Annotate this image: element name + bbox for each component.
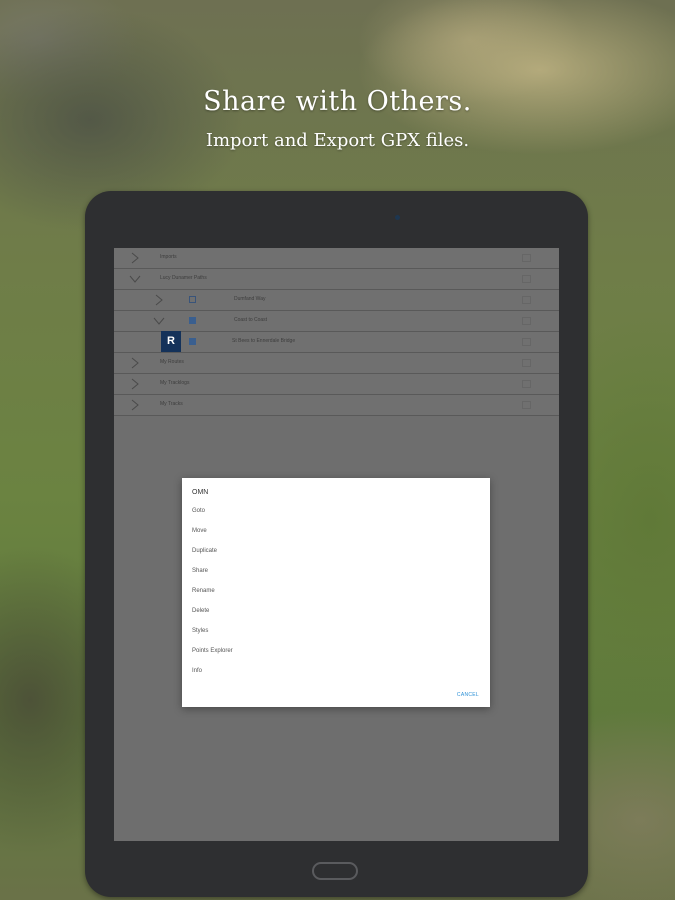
route-type-badge: R [161, 331, 181, 352]
dialog-title: OMN [192, 489, 209, 496]
row-menu-icon[interactable] [522, 317, 531, 325]
route-checkbox[interactable] [189, 296, 196, 303]
tree-row-lucy-dunamer-paths[interactable]: Lucy Dunamer Paths [114, 269, 559, 290]
home-button[interactable] [312, 862, 358, 880]
chevron-down-icon[interactable] [128, 272, 142, 286]
promo-subline: Import and Export GPX files. [205, 130, 470, 151]
tablet-frame: Imports Lucy Dunamer Paths Dumfand Way C… [85, 191, 588, 897]
tree-row-coast-to-coast[interactable]: Coast to Coast [114, 311, 559, 332]
route-checkbox[interactable] [189, 338, 196, 345]
menu-item-share[interactable]: Share [192, 568, 208, 574]
app-screen: Imports Lucy Dunamer Paths Dumfand Way C… [114, 248, 559, 841]
menu-item-points-explorer[interactable]: Points Explorer [192, 648, 233, 654]
row-menu-icon[interactable] [522, 296, 531, 304]
chevron-right-icon[interactable] [128, 377, 142, 391]
row-menu-icon[interactable] [522, 254, 531, 262]
tree-row-label: Imports [160, 254, 177, 260]
camera-icon [395, 215, 400, 220]
promo-headline: Share with Others. [203, 86, 472, 117]
tree-row-label: My Routes [160, 359, 184, 365]
menu-item-duplicate[interactable]: Duplicate [192, 548, 217, 554]
tree-row-my-tracklogs[interactable]: My Tracklogs [114, 374, 559, 395]
tree-row-my-tracks[interactable]: My Tracks [114, 395, 559, 416]
menu-item-rename[interactable]: Rename [192, 588, 215, 594]
tree-row-dumfand-way[interactable]: Dumfand Way [114, 290, 559, 311]
tree-row-my-routes[interactable]: My Routes [114, 353, 559, 374]
chevron-right-icon[interactable] [128, 251, 142, 265]
tree-row-label: My Tracks [160, 401, 183, 407]
row-menu-icon[interactable] [522, 275, 531, 283]
context-menu-dialog: OMN Goto Move Duplicate Share Rename Del… [182, 478, 490, 707]
tree-row-label: St Bees to Ennerdale Bridge [232, 338, 296, 344]
chevron-right-icon[interactable] [128, 356, 142, 370]
row-menu-icon[interactable] [522, 380, 531, 388]
menu-item-move[interactable]: Move [192, 528, 207, 534]
tree-row-label: Lucy Dunamer Paths [160, 275, 207, 281]
cancel-button[interactable]: CANCEL [457, 692, 479, 698]
row-menu-icon[interactable] [522, 359, 531, 367]
route-checkbox[interactable] [189, 317, 196, 324]
row-menu-icon[interactable] [522, 338, 531, 346]
menu-item-styles[interactable]: Styles [192, 628, 208, 634]
row-menu-icon[interactable] [522, 401, 531, 409]
chevron-right-icon[interactable] [128, 398, 142, 412]
tree-row-st-bees[interactable]: R St Bees to Ennerdale Bridge [114, 331, 559, 353]
tree-row-label: Dumfand Way [234, 296, 266, 302]
chevron-down-icon[interactable] [152, 314, 166, 328]
menu-item-goto[interactable]: Goto [192, 508, 205, 514]
tree-row-label: Coast to Coast [234, 317, 268, 323]
chevron-right-icon[interactable] [152, 293, 166, 307]
tree-row-imports[interactable]: Imports [114, 248, 559, 269]
menu-item-delete[interactable]: Delete [192, 608, 209, 614]
tree-row-label: My Tracklogs [160, 380, 190, 386]
menu-item-info[interactable]: Info [192, 668, 202, 674]
